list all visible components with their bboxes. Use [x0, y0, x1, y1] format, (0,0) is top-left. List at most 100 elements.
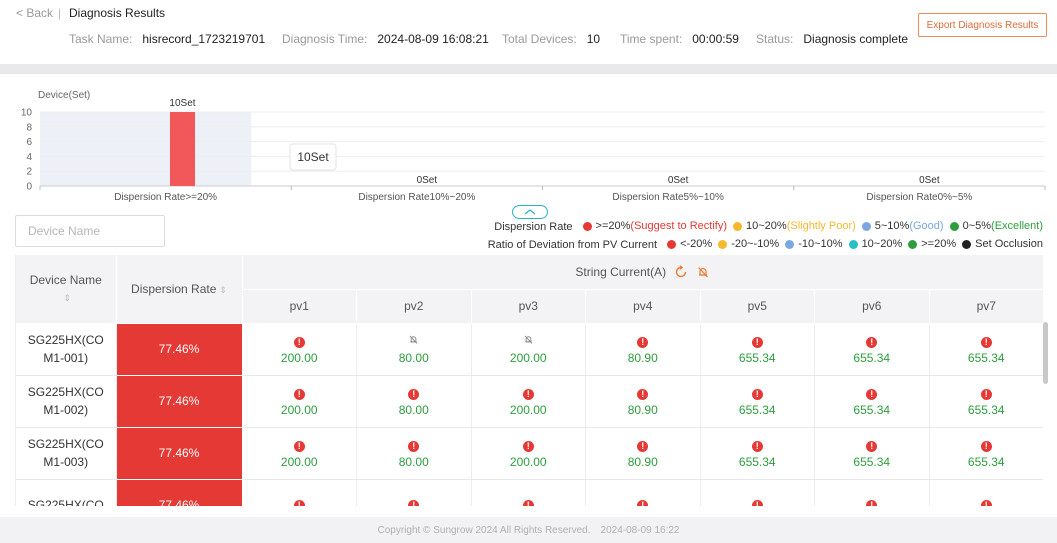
string-current-cell[interactable]: ! 655.34: [700, 427, 815, 480]
table-row[interactable]: SG225HX(CO M1-002) 77.46%! 200.00! 80.00! 200…: [16, 375, 1043, 428]
warning-icon: !: [293, 388, 305, 400]
warning-icon: !: [751, 388, 763, 400]
dispersion-rate-cell: 77.46%: [116, 375, 243, 428]
collapse-chart-toggle[interactable]: [512, 205, 548, 219]
warning-icon: !: [751, 440, 763, 452]
warning-icon: !: [293, 440, 305, 452]
alert-off-icon[interactable]: [696, 265, 710, 279]
table-row[interactable]: SG225HX(CO M1-003) 77.46%! 200.00! 80.00! 200…: [16, 427, 1043, 480]
footer-timestamp: 2024-08-09 16:22: [600, 524, 680, 536]
warning-icon: !: [293, 499, 305, 506]
string-current-cell[interactable]: ! 655.34: [814, 323, 930, 376]
section-divider: [0, 64, 1057, 74]
string-current-cell[interactable]: ! 80.90: [585, 427, 701, 480]
current-value: 655.34: [738, 350, 776, 365]
current-value: 80.00: [398, 402, 429, 417]
string-current-cell[interactable]: 80.00: [356, 323, 472, 376]
string-current-cell[interactable]: ! 655.34: [929, 375, 1043, 428]
string-current-cell[interactable]: ! 80.90: [585, 375, 701, 428]
current-value: 200.00: [280, 454, 318, 469]
sort-icon[interactable]: ⇕: [19, 293, 116, 304]
legend-text: Set Occlusion: [975, 238, 1043, 250]
warning-icon: !: [866, 336, 878, 348]
column-header-pv5: pv5: [700, 289, 815, 324]
current-value: 655.34: [738, 454, 776, 469]
string-current-cell[interactable]: 200.00: [471, 323, 586, 376]
deviation-legend-label: Ratio of Deviation from PV Current: [487, 238, 658, 251]
string-current-cell[interactable]: ! 80.00: [356, 375, 472, 428]
current-value: 200.00: [280, 350, 318, 365]
export-results-button[interactable]: Export Diagnosis Results: [918, 13, 1047, 37]
bar[interactable]: [170, 112, 195, 186]
string-current-cell[interactable]: ! 200.00: [242, 375, 357, 428]
legend-text: 10~20%: [861, 238, 903, 250]
warning-icon: !: [637, 440, 649, 452]
warning-icon: !: [637, 336, 649, 348]
current-value: 200.00: [280, 402, 318, 417]
x-category-label: Dispersion Rate10%~20%: [358, 192, 475, 203]
legend-text: 5~10%: [874, 220, 910, 232]
string-current-cell[interactable]: ! 655.34: [700, 323, 815, 376]
current-value: 80.90: [627, 350, 658, 365]
sort-icon[interactable]: ⇕: [219, 285, 227, 295]
string-current-cell[interactable]: ! 200.00: [471, 375, 586, 428]
string-current-cell[interactable]: ! 655.34: [700, 375, 815, 428]
string-current-cell[interactable]: !: [242, 479, 357, 506]
string-current-cell[interactable]: ! 655.34: [929, 323, 1043, 376]
column-header-dispersion-rate[interactable]: Dispersion Rate ⇕: [116, 255, 243, 324]
warning-icon: !: [751, 336, 763, 348]
device-name-cell: SG225HX(CO: [16, 479, 117, 506]
string-current-cell[interactable]: ! 80.00: [356, 427, 472, 480]
string-current-cell[interactable]: ! 200.00: [242, 323, 357, 376]
dispersion-chart-svg: Device(Set) 0 2 4 6 8 10 10Set Dispersion Rate>=…: [21, 90, 1046, 203]
back-link[interactable]: < Back: [16, 6, 53, 20]
table-row[interactable]: SG225HX(CO 77.46%!!!!!!!: [16, 479, 1043, 506]
dispersion-legend-item: 10~20% (Slightly Poor): [733, 220, 856, 232]
total-devices-value: 10: [586, 32, 601, 46]
string-current-cell[interactable]: ! 200.00: [242, 427, 357, 480]
column-header-device-name[interactable]: Device Name ⇕: [16, 255, 117, 324]
string-current-cell[interactable]: !: [356, 479, 472, 506]
warning-icon: !: [980, 388, 992, 400]
data-label: 10Set: [169, 98, 195, 109]
task-name-label: Task Name:: [69, 32, 133, 46]
device-name-cell: SG225HX(CO M1-003): [16, 427, 117, 480]
current-value: 655.34: [967, 454, 1005, 469]
column-header-pv2: pv2: [356, 289, 472, 324]
table-scrollbar[interactable]: [1043, 322, 1048, 384]
legend-text: 0~5%: [962, 220, 992, 232]
legend-suffix: (Good): [909, 220, 944, 232]
warning-icon: !: [408, 440, 420, 452]
current-value: 200.00: [509, 454, 547, 469]
warning-icon: !: [751, 499, 763, 506]
string-current-cell[interactable]: ! 655.34: [929, 427, 1043, 480]
y-tick-label: 4: [26, 152, 32, 163]
warning-icon: !: [866, 499, 878, 506]
string-current-cell[interactable]: ! 80.90: [585, 323, 701, 376]
legend-text: -20~-10%: [731, 238, 780, 250]
current-value: 200.00: [509, 350, 547, 365]
legend-dot-icon: [848, 239, 858, 249]
string-current-cell[interactable]: ! 655.34: [814, 375, 930, 428]
string-current-cell[interactable]: ! 655.34: [814, 427, 930, 480]
current-value: 655.34: [853, 454, 891, 469]
legend-suffix: (Excellent): [991, 220, 1043, 232]
string-current-cell[interactable]: !: [700, 479, 815, 506]
x-category-label: Dispersion Rate0%~5%: [866, 192, 972, 203]
dispersion-legend-item: 0~5% (Excellent): [949, 220, 1043, 232]
legend-text: >=20%: [595, 220, 631, 232]
current-value: 80.90: [627, 402, 658, 417]
task-name-value: hisrecord_1723219701: [142, 32, 266, 46]
warning-icon: !: [866, 388, 878, 400]
string-current-cell[interactable]: !: [929, 479, 1043, 506]
refresh-icon[interactable]: [674, 265, 688, 279]
warning-icon: !: [522, 388, 534, 400]
warning-icon: !: [522, 440, 534, 452]
table-row[interactable]: SG225HX(CO M1-001) 77.46%! 200.00 80.00 200.0…: [16, 323, 1043, 376]
string-current-cell[interactable]: ! 200.00: [471, 427, 586, 480]
device-name-search-input[interactable]: [15, 215, 165, 247]
string-current-cell[interactable]: !: [471, 479, 586, 506]
string-current-cell[interactable]: !: [814, 479, 930, 506]
string-current-cell[interactable]: !: [585, 479, 701, 506]
legend-text: >=20%: [921, 238, 957, 250]
